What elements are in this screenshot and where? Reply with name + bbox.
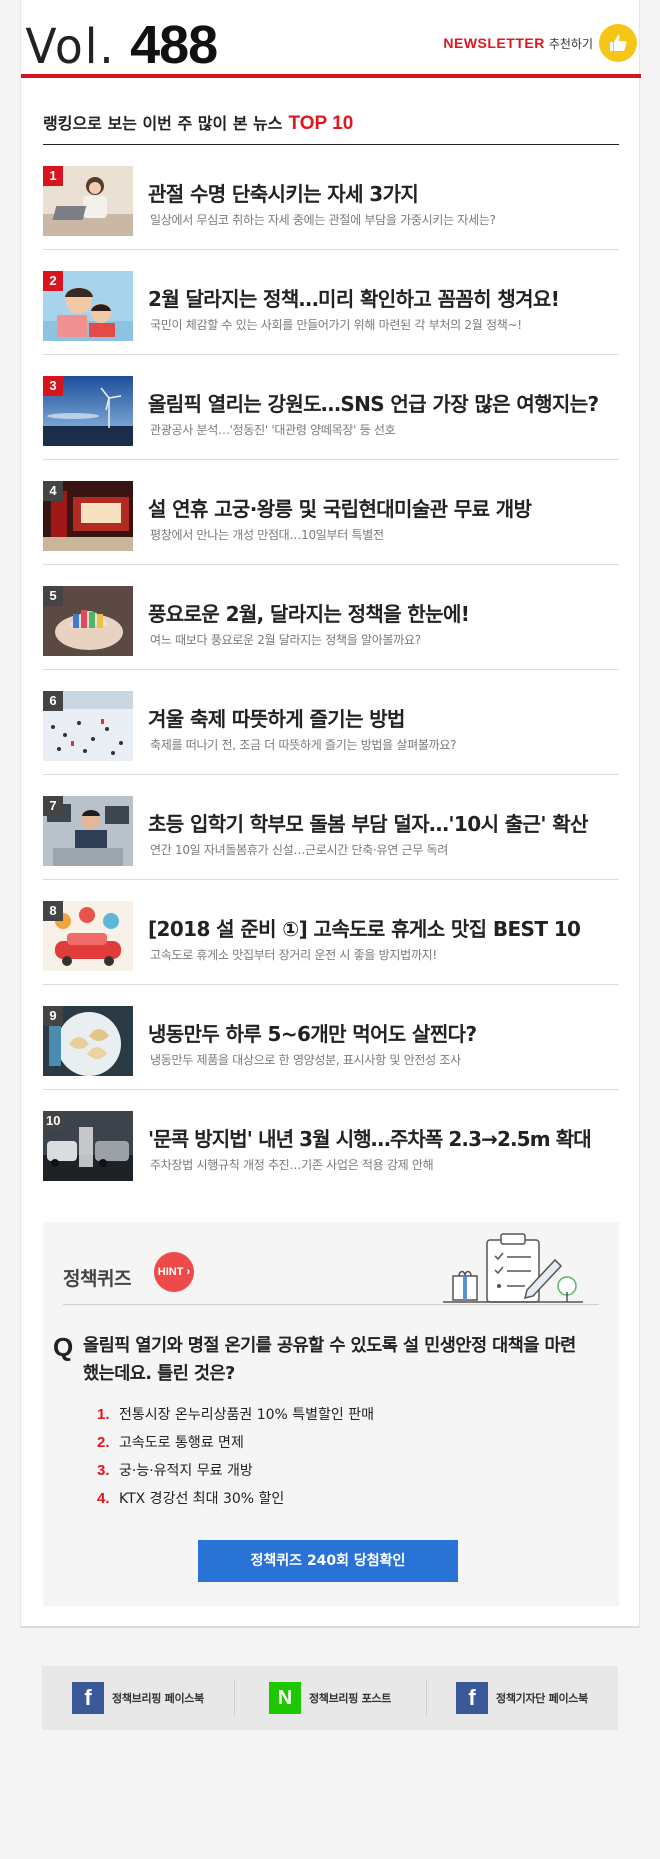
quiz-question: 올림픽 열기와 명절 온기를 공유할 수 있도록 설 민생안정 대책을 마련했는…	[83, 1336, 576, 1384]
rank-badge: 8	[43, 901, 63, 921]
news-title[interactable]: [2018 설 준비 ①] 고속도로 휴게소 맛집 BEST 10	[148, 913, 581, 942]
rank-badge: 6	[43, 691, 63, 711]
news-title[interactable]: 초등 입학기 학부모 돌봄 부담 덜자…'10시 출근' 확산	[148, 808, 588, 837]
news-title[interactable]: 냉동만두 하루 5~6개만 먹어도 살찐다?	[148, 1018, 477, 1047]
quiz-result-button[interactable]: 정책퀴즈 240회 당첨확인	[198, 1540, 458, 1582]
news-summary: 고속도로 휴게소 맛집부터 장거리 운전 시 좋을 방지법까지!	[150, 948, 437, 962]
rank-badge: 4	[43, 481, 63, 501]
quiz-option-4[interactable]: 4. KTX 경강선 최대 30% 할인	[97, 1484, 374, 1512]
ranking-title: 랭킹으로 보는 이번 주 많이 본 뉴스 TOP 10	[43, 110, 353, 135]
policy-quiz: 정책퀴즈 HINT › Q 올림픽 열기와 명절 온기를 공유할 수 있도록 설…	[43, 1222, 619, 1606]
recommend-label: 추천하기	[548, 36, 593, 51]
naver-icon: N	[268, 1682, 301, 1714]
rank-badge: 10	[43, 1111, 64, 1131]
rank-badge: 5	[43, 586, 63, 606]
news-summary: 평창에서 만나는 개성 만점대…10일부터 특별전	[150, 528, 384, 542]
hint-label: HINT	[157, 1266, 184, 1278]
news-title[interactable]: 올림픽 열리는 강원도…SNS 언급 가장 많은 여행지는?	[148, 388, 599, 417]
option-text: 고속도로 통행료 면제	[119, 1435, 244, 1451]
news-item-4[interactable]: 4 설 연휴 고궁·왕릉 및 국립현대미술관 무료 개방 평창에서 만나는 개성…	[43, 460, 619, 565]
news-item-1[interactable]: 1 관절 수명 단축시키는 자세 3가지 일상에서 무심코 취하는 자세 중에는…	[43, 145, 619, 250]
news-thumbnail[interactable]: 3	[43, 376, 133, 446]
news-item-2[interactable]: 2 2월 달라지는 정책…미리 확인하고 꼼꼼히 챙겨요! 국민이 체감할 수 …	[43, 250, 619, 355]
rank-badge: 1	[43, 166, 63, 186]
quiz-title: 정책퀴즈	[63, 1268, 131, 1290]
question-mark: Q	[53, 1332, 74, 1362]
footer-link-reporters-facebook[interactable]: f 정책기자단 페이스북	[426, 1666, 618, 1730]
quiz-option-3[interactable]: 3. 궁·능·유적지 무료 개방	[97, 1456, 374, 1484]
news-item-5[interactable]: 5 풍요로운 2월, 달라지는 정책을 한눈에! 여느 때보다 풍요로운 2월 …	[43, 565, 619, 670]
rank-badge: 2	[43, 271, 63, 291]
option-number: 2.	[97, 1433, 110, 1451]
quiz-options: 1. 전통시장 온누리상품권 10% 특별할인 판매 2. 고속도로 통행료 면제 …	[97, 1400, 374, 1512]
footer-link-label: 정책브리핑 페이스북	[112, 1692, 204, 1705]
footer-link-briefing-facebook[interactable]: f 정책브리핑 페이스북	[42, 1666, 234, 1730]
news-item-7[interactable]: 7 초등 입학기 학부모 돌봄 부담 덜자…'10시 출근' 확산 연간 10일…	[43, 775, 619, 880]
news-thumbnail[interactable]: 10	[43, 1111, 133, 1181]
news-item-3[interactable]: 3 올림픽 열리는 강원도…SNS 언급 가장 많은 여행지는? 관광공사 분석…	[43, 355, 619, 460]
footer-link-briefing-post[interactable]: N 정책브리핑 포스트	[234, 1666, 426, 1730]
news-title[interactable]: 설 연휴 고궁·왕릉 및 국립현대미술관 무료 개방	[148, 493, 532, 522]
news-title[interactable]: 관절 수명 단축시키는 자세 3가지	[148, 178, 419, 207]
news-thumbnail[interactable]: 9	[43, 1006, 133, 1076]
news-thumbnail[interactable]: 6	[43, 691, 133, 761]
news-thumbnail[interactable]: 2	[43, 271, 133, 341]
volume-number: 488	[130, 15, 218, 75]
footer-link-label: 정책기자단 페이스북	[496, 1692, 588, 1705]
news-summary: 주차장법 시행규칙 개정 추진…기존 사업은 적용 강제 안해	[150, 1158, 434, 1172]
news-summary: 여느 때보다 풍요로운 2월 달라지는 정책을 알아볼까요?	[150, 633, 421, 647]
option-number: 3.	[97, 1461, 110, 1479]
ranking-highlight: TOP 10	[288, 113, 354, 134]
news-title[interactable]: 2월 달라지는 정책…미리 확인하고 꼼꼼히 챙겨요!	[148, 283, 560, 312]
rank-badge: 7	[43, 796, 63, 816]
volume-label: Vol. 488	[23, 14, 218, 75]
thumbs-up-icon[interactable]	[599, 24, 637, 62]
news-item-6[interactable]: 6 겨울 축제 따뜻하게 즐기는 방법 축제를 떠나기 전, 조금 더 따뜻하게…	[43, 670, 619, 775]
option-text: KTX 경강선 최대 30% 할인	[119, 1491, 285, 1507]
newsletter-header: Vol. 488 NEWSLETTER 추천하기	[21, 0, 641, 78]
social-footer: f 정책브리핑 페이스북 N 정책브리핑 포스트 f 정책기자단 페이스북	[42, 1666, 618, 1730]
news-item-8[interactable]: 8 [2018 설 준비 ①] 고속도로 휴게소 맛집 BEST 10 고속도로…	[43, 880, 619, 985]
news-summary: 냉동만두 제품을 대상으로 한 영양성분, 표시사항 및 안전성 조사	[150, 1053, 461, 1067]
footer-link-label: 정책브리핑 포스트	[308, 1692, 392, 1705]
news-thumbnail[interactable]: 7	[43, 796, 133, 866]
newsletter-card: Vol. 488 NEWSLETTER 추천하기 랭킹으로 보는 이번 주 많이…	[20, 0, 641, 1628]
news-summary: 연간 10일 자녀돌봄휴가 신설…근로시간 단축·유연 근무 독려	[150, 843, 448, 857]
volume-prefix: Vol.	[25, 19, 116, 75]
news-title[interactable]: 겨울 축제 따뜻하게 즐기는 방법	[148, 703, 405, 732]
newsletter-word: NEWSLETTER	[443, 35, 545, 51]
news-thumbnail[interactable]: 8	[43, 901, 133, 971]
option-text: 전통시장 온누리상품권 10% 특별할인 판매	[119, 1407, 374, 1423]
ranking-title-text: 랭킹으로 보는 이번 주 많이 본 뉴스	[43, 114, 283, 133]
news-thumbnail[interactable]: 4	[43, 481, 133, 551]
news-item-10[interactable]: 10 '문콕 방지법' 내년 3월 시행…주차폭 2.3→2.5m 확대 주차장…	[43, 1090, 619, 1195]
clipboard-icon	[443, 1230, 583, 1308]
quiz-option-2[interactable]: 2. 고속도로 통행료 면제	[97, 1428, 374, 1456]
option-text: 궁·능·유적지 무료 개방	[119, 1463, 253, 1479]
news-title[interactable]: 풍요로운 2월, 달라지는 정책을 한눈에!	[148, 598, 470, 627]
option-number: 1.	[97, 1405, 110, 1423]
news-summary: 일상에서 무심코 취하는 자세 중에는 관절에 부담을 가중시키는 자세는?	[150, 213, 496, 227]
quiz-divider	[63, 1304, 599, 1305]
recommend-newsletter-link[interactable]: NEWSLETTER 추천하기	[443, 24, 637, 62]
news-summary: 관광공사 분석…'정동진' '대관령 양떼목장' 등 선호	[150, 423, 396, 437]
facebook-icon: f	[72, 1682, 105, 1714]
hint-button[interactable]: HINT ›	[154, 1252, 194, 1292]
news-item-9[interactable]: 9 냉동만두 하루 5~6개만 먹어도 살찐다? 냉동만두 제품을 대상으로 한…	[43, 985, 619, 1090]
rank-badge: 3	[43, 376, 63, 396]
rank-badge: 9	[43, 1006, 63, 1026]
facebook-icon: f	[456, 1682, 489, 1714]
news-thumbnail[interactable]: 5	[43, 586, 133, 656]
quiz-option-1[interactable]: 1. 전통시장 온누리상품권 10% 특별할인 판매	[97, 1400, 374, 1428]
news-title[interactable]: '문콕 방지법' 내년 3월 시행…주차폭 2.3→2.5m 확대	[148, 1123, 592, 1152]
option-number: 4.	[97, 1489, 110, 1507]
header-divider	[21, 74, 641, 78]
news-summary: 국민이 체감할 수 있는 사회를 만들어가기 위해 마련된 각 부처의 2월 정…	[150, 318, 522, 332]
news-thumbnail[interactable]: 1	[43, 166, 133, 236]
news-summary: 축제를 떠나기 전, 조금 더 따뜻하게 즐기는 방법을 살펴볼까요?	[150, 738, 457, 752]
